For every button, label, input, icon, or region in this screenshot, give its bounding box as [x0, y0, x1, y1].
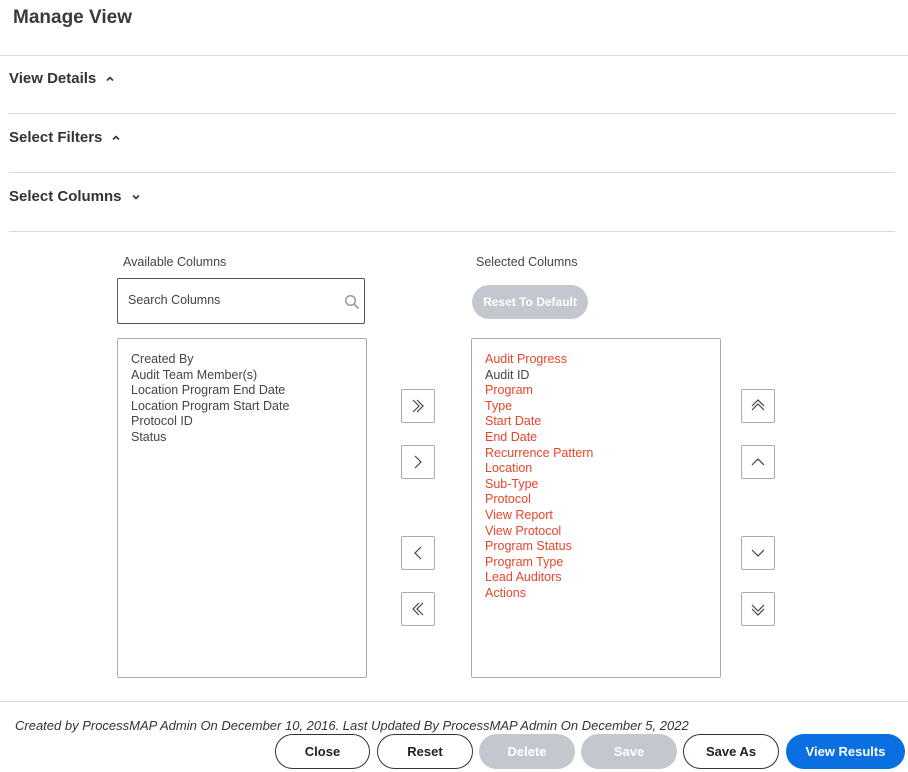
list-item[interactable]: Recurrence Pattern — [485, 446, 707, 462]
divider — [0, 701, 908, 702]
list-item[interactable]: Created By — [131, 352, 353, 368]
move-down-button[interactable] — [741, 536, 775, 570]
section-select-filters[interactable]: Select Filters — [9, 129, 122, 146]
available-columns-label: Available Columns — [123, 255, 227, 269]
chevron-right-icon — [414, 455, 422, 469]
move-up-button[interactable] — [741, 445, 775, 479]
move-to-bottom-button[interactable] — [741, 592, 775, 626]
delete-button[interactable]: Delete — [479, 734, 575, 769]
list-item[interactable]: Program Type — [485, 555, 707, 571]
view-results-button[interactable]: View Results — [786, 734, 905, 769]
move-to-top-button[interactable] — [741, 389, 775, 423]
audit-meta-text: Created by ProcessMAP Admin On December … — [15, 718, 689, 733]
chevron-left-icon — [414, 546, 422, 560]
list-item[interactable]: Audit Progress — [485, 352, 707, 368]
list-item[interactable]: View Protocol — [485, 524, 707, 540]
list-item[interactable]: End Date — [485, 430, 707, 446]
list-item[interactable]: Program — [485, 383, 707, 399]
available-columns-list[interactable]: Created By Audit Team Member(s) Location… — [117, 338, 367, 678]
move-left-button[interactable] — [401, 536, 435, 570]
list-item[interactable]: Protocol ID — [131, 414, 353, 430]
list-item[interactable]: Start Date — [485, 414, 707, 430]
move-all-right-button[interactable] — [401, 389, 435, 423]
list-item[interactable]: Sub-Type — [485, 477, 707, 493]
list-item[interactable]: Location Program Start Date — [131, 399, 353, 415]
list-item[interactable]: Audit Team Member(s) — [131, 368, 353, 384]
divider — [9, 113, 895, 114]
list-item[interactable]: Protocol — [485, 492, 707, 508]
section-label: Select Filters — [9, 129, 103, 146]
chevron-up-icon — [106, 75, 114, 81]
section-label: Select Columns — [9, 188, 122, 205]
double-chevron-left-icon — [412, 602, 424, 616]
chevron-down-icon — [751, 549, 765, 557]
section-view-details[interactable]: View Details — [9, 70, 116, 87]
list-item[interactable]: View Report — [485, 508, 707, 524]
double-chevron-down-icon — [751, 604, 765, 616]
chevron-up-icon — [751, 458, 765, 466]
list-item[interactable]: Audit ID — [485, 368, 707, 384]
list-item[interactable]: Actions — [485, 586, 707, 602]
chevron-up-icon — [112, 134, 120, 140]
list-item[interactable]: Status — [131, 430, 353, 446]
search-icon[interactable] — [344, 294, 360, 310]
list-item[interactable]: Lead Auditors — [485, 570, 707, 586]
search-columns-input[interactable] — [128, 293, 333, 307]
save-as-button[interactable]: Save As — [683, 734, 779, 769]
section-label: View Details — [9, 70, 97, 87]
selected-columns-list[interactable]: Audit Progress Audit ID Program Type Sta… — [471, 338, 721, 678]
list-item[interactable]: Program Status — [485, 539, 707, 555]
save-button[interactable]: Save — [581, 734, 677, 769]
divider — [9, 172, 895, 173]
chevron-down-icon — [131, 194, 140, 200]
list-item[interactable]: Type — [485, 399, 707, 415]
move-all-left-button[interactable] — [401, 592, 435, 626]
move-right-button[interactable] — [401, 445, 435, 479]
double-chevron-right-icon — [412, 399, 424, 413]
list-item[interactable]: Location Program End Date — [131, 383, 353, 399]
section-select-columns[interactable]: Select Columns — [9, 188, 142, 205]
divider — [9, 231, 895, 232]
reset-to-default-button[interactable]: Reset To Default — [472, 285, 588, 319]
close-button[interactable]: Close — [275, 734, 370, 769]
selected-columns-label: Selected Columns — [476, 255, 578, 269]
search-box — [117, 278, 365, 324]
double-chevron-up-icon — [751, 399, 765, 411]
divider — [0, 55, 908, 56]
reset-button[interactable]: Reset — [377, 734, 473, 769]
page-title: Manage View — [13, 7, 132, 28]
list-item[interactable]: Location — [485, 461, 707, 477]
